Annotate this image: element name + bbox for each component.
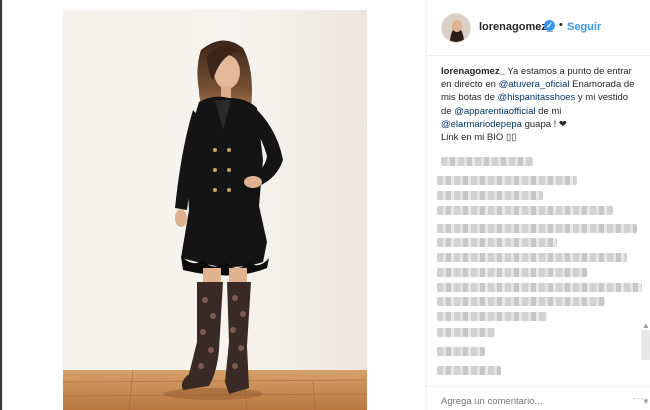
- scroll-up-arrow-icon[interactable]: ▲: [641, 322, 650, 330]
- comment-bar: ...: [427, 386, 650, 410]
- post-photo[interactable]: [63, 10, 367, 410]
- blurred-comment: [437, 328, 495, 337]
- blurred-comment: [437, 253, 627, 262]
- caption-text: de mi: [535, 105, 562, 117]
- blurred-comment: [437, 297, 605, 306]
- scrollbar-track[interactable]: [641, 330, 650, 360]
- blurred-comment: [437, 268, 587, 277]
- blurred-comment: [441, 157, 533, 166]
- blurred-comment: [437, 224, 637, 233]
- blurred-comment: [437, 283, 642, 292]
- blurred-comment: [437, 312, 547, 321]
- comment-input[interactable]: [441, 394, 621, 408]
- mention-link[interactable]: @elarmariodepepa: [441, 119, 522, 130]
- blurred-comment: [437, 176, 577, 185]
- caption-text: guapa ! ❤: [521, 118, 567, 130]
- blurred-comment: [437, 238, 557, 247]
- blurred-comment: [437, 366, 501, 375]
- mention-link[interactable]: @hispanitasshoes: [498, 92, 576, 103]
- post-card: lorenagomez_ ✓ • Seguir lorenagomez_ Ya …: [2, 0, 650, 410]
- mention-link[interactable]: @atuvera_oficial: [499, 79, 570, 90]
- blurred-comment: [437, 206, 613, 215]
- verified-badge-icon: ✓: [544, 20, 555, 31]
- username-link[interactable]: lorenagomez_: [479, 21, 553, 33]
- blurred-comment: [437, 347, 485, 356]
- post-header: lorenagomez_ ✓ • Seguir: [427, 0, 650, 56]
- mention-link[interactable]: @apparentiaofficial: [454, 106, 535, 117]
- avatar[interactable]: [441, 13, 471, 43]
- blurred-comment: [437, 191, 543, 200]
- caption-author-link[interactable]: lorenagomez_: [441, 66, 505, 77]
- post-photo-image: [63, 10, 367, 410]
- caption-text: Link en mi BIO ▯▯: [441, 132, 517, 144]
- post-side-panel: lorenagomez_ ✓ • Seguir lorenagomez_ Ya …: [426, 0, 650, 410]
- follow-button[interactable]: Seguir: [567, 21, 601, 33]
- avatar-image: [442, 14, 470, 42]
- separator-dot: •: [559, 19, 563, 31]
- scroll-down-arrow-icon[interactable]: ▼: [641, 398, 650, 406]
- post-caption: lorenagomez_ Ya estamos a punto de entra…: [441, 65, 641, 144]
